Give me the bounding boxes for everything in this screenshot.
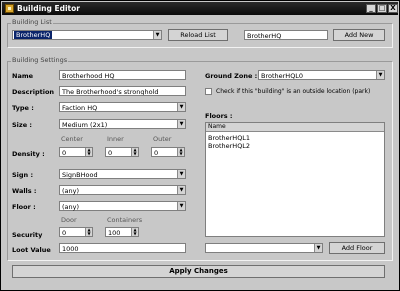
new-building-name-input[interactable]: BrotherHQ (244, 30, 328, 40)
building-editor-window: Building Editor _ □ X Building List Brot… (0, 0, 400, 291)
building-select[interactable]: BrotherHQ ▼ (12, 30, 162, 40)
apply-changes-button[interactable]: Apply Changes (12, 265, 385, 278)
chevron-down-icon: ▼ (177, 120, 185, 128)
close-button[interactable]: X (388, 4, 398, 13)
security-door-stepper[interactable]: 0 ▲ ▼ (59, 227, 93, 237)
sign-select[interactable]: SignBHood ▼ (59, 169, 186, 179)
window-title: Building Editor (17, 4, 80, 13)
floors-list[interactable]: Name BrotherHQL1 BrotherHQL2 (205, 122, 385, 237)
chevron-down-icon: ▼ (177, 170, 185, 178)
density-label: Density : (12, 150, 45, 158)
density-outer-stepper[interactable]: 0 ▲ ▼ (151, 147, 185, 157)
chevron-down-icon: ▼ (177, 186, 185, 194)
add-floor-button[interactable]: Add Floor (329, 242, 385, 254)
ground-zone-label: Ground Zone : (205, 72, 258, 80)
outside-location-checkbox[interactable] (205, 88, 212, 95)
name-input[interactable]: Brotherhood HQ (59, 70, 186, 80)
security-door-header: Door (61, 216, 77, 224)
ground-zone-select-value: BrotherHQL0 (261, 72, 304, 80)
chevron-down-icon: ▼ (177, 103, 185, 111)
reload-list-button[interactable]: Reload List (168, 29, 228, 41)
density-center-value: 0 (62, 149, 67, 157)
minimize-button[interactable]: _ (366, 4, 376, 13)
sign-select-value: SignBHood (62, 171, 98, 179)
security-door-value: 0 (62, 229, 67, 237)
walls-select[interactable]: (any) ▼ (59, 185, 186, 195)
density-center-stepper[interactable]: 0 ▲ ▼ (59, 147, 93, 157)
density-center-header: Center (61, 135, 83, 143)
app-icon (5, 4, 14, 13)
density-inner-stepper[interactable]: 0 ▲ ▼ (105, 147, 139, 157)
size-select-value: Medium (2x1) (62, 121, 108, 129)
floor-add-select[interactable]: ▼ (205, 243, 323, 253)
title-bar: Building Editor _ □ X (2, 2, 398, 15)
density-outer-header: Outer (153, 135, 172, 143)
floors-list-header[interactable]: Name (206, 123, 384, 132)
chevron-down-icon: ▼ (177, 202, 185, 210)
floor-label: Floor : (12, 203, 36, 211)
density-inner-value: 0 (108, 149, 113, 157)
description-input[interactable]: The Brotherhood's stronghold (59, 86, 186, 96)
stepper-arrows-icon[interactable]: ▲ ▼ (131, 148, 138, 156)
chevron-down-icon: ▼ (314, 244, 322, 252)
loot-value-label: Loot Value (12, 246, 51, 254)
maximize-button[interactable]: □ (377, 4, 387, 13)
add-new-button[interactable]: Add New (333, 29, 385, 41)
loot-value-input[interactable]: 1000 (59, 243, 186, 253)
security-containers-stepper[interactable]: 100 ▲ ▼ (105, 227, 139, 237)
list-item[interactable]: BrotherHQL1 (208, 134, 250, 142)
building-settings-group-title: Building Settings (11, 56, 69, 64)
outside-location-label: Check if this "building" is an outside l… (216, 88, 371, 95)
stepper-arrows-icon[interactable]: ▲ ▼ (85, 228, 92, 236)
type-select-value: Faction HQ (62, 104, 98, 112)
security-containers-header: Containers (107, 216, 143, 224)
description-label: Description (12, 88, 55, 96)
walls-select-value: (any) (62, 187, 80, 195)
security-containers-value: 100 (108, 229, 121, 237)
type-select[interactable]: Faction HQ ▼ (59, 102, 186, 112)
building-list-group-title: Building List (11, 18, 53, 26)
chevron-down-icon: ▼ (376, 71, 384, 79)
floor-material-select-value: (any) (62, 203, 80, 211)
density-inner-header: Inner (107, 135, 124, 143)
stepper-arrows-icon[interactable]: ▲ ▼ (177, 148, 184, 156)
floors-label: Floors : (205, 112, 233, 120)
type-label: Type : (12, 104, 34, 112)
size-label: Size : (12, 121, 32, 129)
stepper-arrows-icon[interactable]: ▲ ▼ (131, 228, 138, 236)
stepper-arrows-icon[interactable]: ▲ ▼ (85, 148, 92, 156)
sign-label: Sign : (12, 171, 34, 179)
name-label: Name (12, 72, 34, 80)
walls-label: Walls : (12, 187, 37, 195)
ground-zone-select[interactable]: BrotherHQL0 ▼ (258, 70, 385, 80)
density-outer-value: 0 (154, 149, 159, 157)
list-item[interactable]: BrotherHQL2 (208, 142, 250, 150)
size-select[interactable]: Medium (2x1) ▼ (59, 119, 186, 129)
chevron-down-icon: ▼ (153, 31, 161, 39)
security-label: Security (12, 231, 43, 239)
floor-material-select[interactable]: (any) ▼ (59, 201, 186, 211)
building-select-value: BrotherHQ (14, 31, 53, 39)
